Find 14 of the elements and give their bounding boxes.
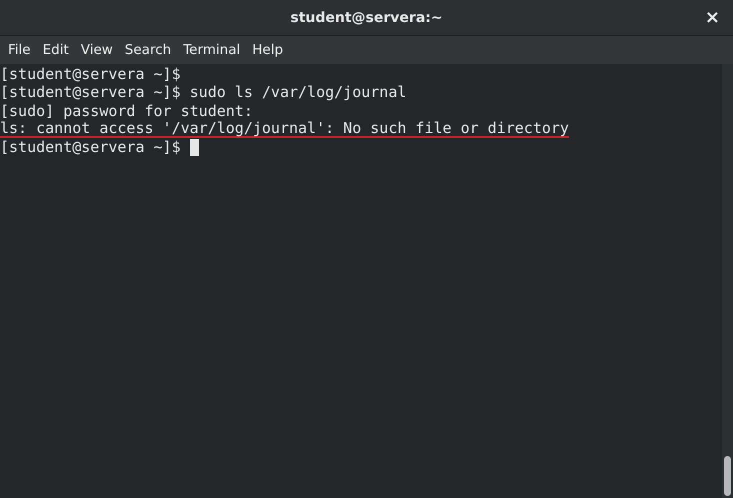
terminal-line: [sudo] password for student: bbox=[0, 102, 253, 120]
terminal-line: [student@servera ~]$ bbox=[0, 138, 182, 156]
terminal-line: [student@servera ~]$ sudo ls /var/log/journal bbox=[0, 83, 406, 102]
menu-item[interactable]: Terminal bbox=[177, 42, 246, 58]
terminal-line: ls: cannot access '/var/log/journal': No such file or directory bbox=[0, 120, 569, 138]
close-button[interactable]: × bbox=[700, 8, 724, 28]
menu-item[interactable]: Search bbox=[118, 42, 178, 58]
window-title: student@servera:~ bbox=[290, 10, 443, 26]
menu-item[interactable]: View bbox=[74, 42, 119, 58]
menu-item[interactable]: Help bbox=[246, 42, 290, 58]
scrollbar-thumb[interactable] bbox=[724, 456, 731, 496]
menu-item[interactable]: File bbox=[2, 42, 37, 58]
terminal-line: [student@servera ~]$ bbox=[0, 65, 181, 84]
menu-item[interactable]: Edit bbox=[36, 42, 75, 58]
